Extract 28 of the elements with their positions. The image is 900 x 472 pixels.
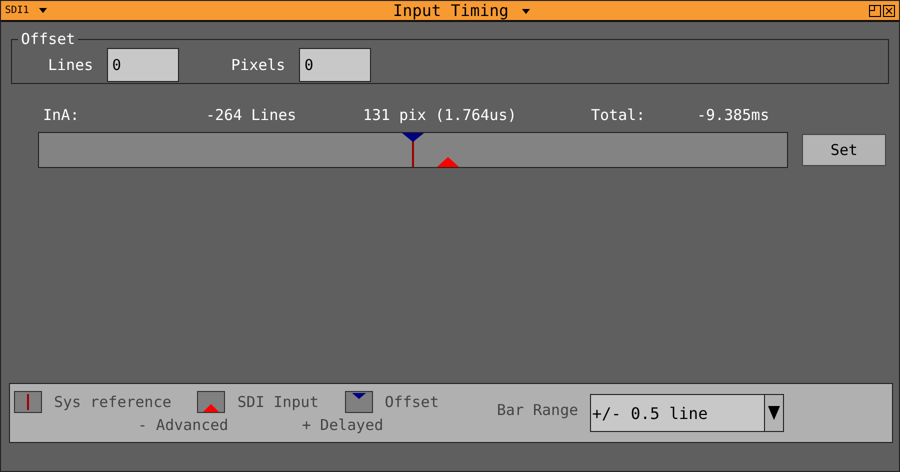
restore-icon[interactable] [869,4,881,16]
bar-range-dropdown[interactable]: +/- 0.5 line [590,394,784,432]
dropdown-arrow-icon [768,406,780,420]
input-swatch-icon [197,391,226,413]
input-label: InA: [43,106,80,124]
close-icon[interactable] [883,4,895,16]
set-button[interactable]: Set [802,134,886,166]
legend-note: + Delayed [302,416,384,434]
group-title: Offset [20,30,76,48]
legend-note: - Advanced [138,416,228,434]
total-value: -9.385ms [697,106,770,124]
lines-value: -264 Lines [206,106,296,124]
bar-range-label: Bar Range [496,401,578,419]
input-field[interactable]: 0 [107,48,180,82]
field-label: Lines [48,56,94,74]
legend-label: Offset [384,393,439,411]
caret-icon [39,8,48,13]
legend-label: Sys reference [54,393,172,411]
input-field[interactable]: 0 [299,48,372,82]
offset-swatch-icon [344,391,373,413]
reference-swatch-icon [14,391,42,413]
source-menu[interactable]: SDI1 [1,5,52,16]
total-label: Total: [591,106,646,124]
caret-icon [522,9,530,14]
legend-label: SDI Input [237,393,319,411]
field-label: Pixels [231,56,286,74]
window-title[interactable]: Input Timing [393,1,530,20]
pixels-value: 131 pix (1.764us) [363,106,517,124]
